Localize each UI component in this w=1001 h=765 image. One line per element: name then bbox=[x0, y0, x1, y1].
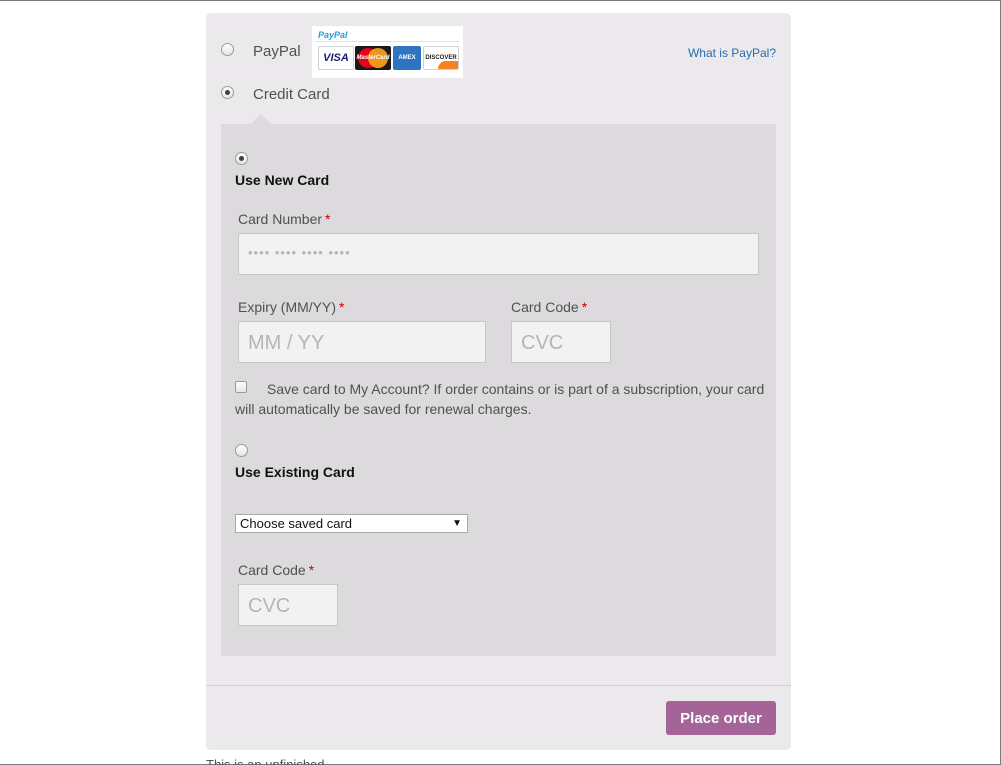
visa-icon: VISA bbox=[318, 46, 354, 70]
footer-text: This is an unfinished... bbox=[206, 757, 336, 765]
existing-card-code-placeholder: CVC bbox=[248, 595, 291, 617]
mastercard-icon: MasterCard bbox=[355, 46, 391, 70]
card-code-input[interactable]: CVC bbox=[511, 321, 611, 363]
card-code-placeholder: CVC bbox=[521, 332, 564, 354]
paypal-label[interactable]: PayPal bbox=[253, 43, 301, 60]
expiry-label: Expiry (MM/YY) * bbox=[238, 299, 345, 315]
panel-pointer bbox=[251, 114, 271, 124]
card-number-label: Card Number * bbox=[238, 211, 331, 227]
paypal-logo: PayPal bbox=[318, 30, 348, 40]
credit-card-radio[interactable] bbox=[221, 86, 234, 99]
use-new-card-radio[interactable] bbox=[235, 152, 248, 165]
expiry-input[interactable]: MM / YY bbox=[238, 321, 486, 363]
paypal-radio[interactable] bbox=[221, 43, 234, 56]
amex-icon: AMEX bbox=[393, 46, 421, 70]
expiry-placeholder: MM / YY bbox=[248, 332, 325, 354]
credit-card-label[interactable]: Credit Card bbox=[253, 86, 330, 103]
card-number-placeholder: •••• •••• •••• •••• bbox=[248, 245, 351, 260]
card-code-label: Card Code * bbox=[511, 299, 588, 315]
chevron-down-icon: ▼ bbox=[452, 518, 462, 529]
use-new-card-title: Use New Card bbox=[235, 172, 330, 188]
saved-card-select[interactable]: Choose saved card ▼ bbox=[235, 514, 468, 533]
payment-box: PayPal PayPal VISA MasterCard AMEX DISCO… bbox=[206, 13, 791, 750]
place-order-button[interactable]: Place order bbox=[666, 701, 776, 735]
paypal-card-logos: PayPal VISA MasterCard AMEX DISCOVER bbox=[312, 26, 463, 78]
logo-divider bbox=[316, 41, 459, 42]
discover-icon: DISCOVER bbox=[423, 46, 459, 70]
use-existing-card-radio[interactable] bbox=[235, 444, 248, 457]
card-number-input[interactable]: •••• •••• •••• •••• bbox=[238, 233, 759, 275]
credit-card-panel: Use New Card Card Number * •••• •••• ••••… bbox=[221, 124, 776, 656]
use-existing-card-title: Use Existing Card bbox=[235, 464, 355, 480]
divider bbox=[206, 685, 791, 686]
what-is-paypal-link[interactable]: What is PayPal? bbox=[688, 46, 776, 60]
existing-card-code-input[interactable]: CVC bbox=[238, 584, 338, 626]
save-card-text: Save card to My Account? If order contai… bbox=[235, 381, 765, 417]
existing-card-code-label: Card Code * bbox=[238, 562, 315, 578]
